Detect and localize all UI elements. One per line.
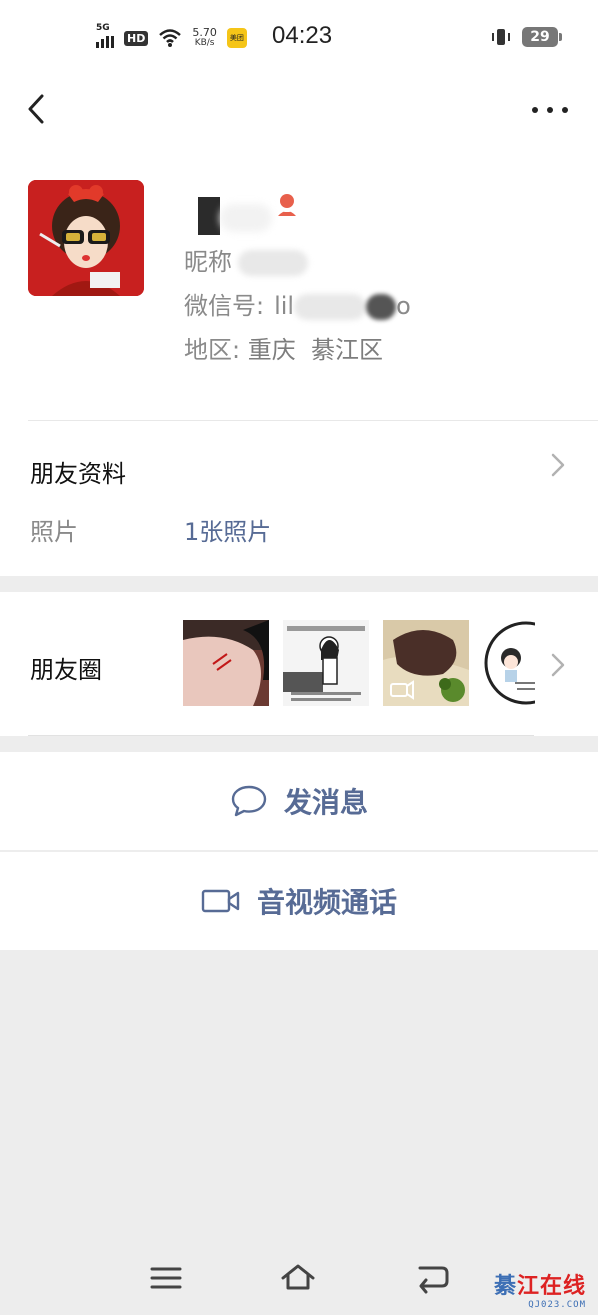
chevron-right-icon (551, 653, 565, 677)
avatar[interactable] (28, 180, 144, 296)
wechat-id-redacted (294, 294, 367, 320)
nickname-redacted (238, 250, 308, 276)
moments-title: 朋友圈 (30, 656, 102, 684)
send-message-button[interactable]: 发消息 (0, 752, 598, 850)
status-time: 04:23 (272, 22, 333, 49)
status-left-group: 5G HD 5.70 KB/s 美团 (96, 22, 247, 54)
name-area (184, 192, 324, 235)
region-label: 地区: (184, 336, 241, 364)
signal-icon: 5G (96, 23, 114, 48)
wechat-id-redacted-dark (366, 294, 397, 320)
watermark-logo-text: 綦江在线 (494, 1268, 586, 1300)
battery-indicator: 29 (522, 27, 562, 47)
divider (28, 735, 534, 736)
menu-icon[interactable] (148, 1262, 184, 1294)
send-message-label: 发消息 (283, 786, 368, 819)
name-redacted (198, 197, 220, 235)
avatar-illustration (28, 180, 144, 296)
network-speed: 5.70 KB/s (192, 27, 217, 49)
photos-count[interactable]: 1张照片 (184, 512, 271, 547)
profile-card: 昵称 微信号: lil o 地区: 重庆 綦江区 (0, 72, 598, 420)
wechat-id-line[interactable]: 微信号: lil o (184, 286, 411, 321)
site-watermark: 綦江在线 QJ023.COM (494, 1268, 586, 1310)
more-options-icon[interactable] (532, 98, 568, 122)
watermark-domain: QJ023.COM (528, 1300, 586, 1310)
wifi-icon (159, 29, 182, 47)
chevron-right-icon (551, 453, 565, 477)
status-bar: 5G HD 5.70 KB/s 美团 04:23 29 (0, 0, 598, 72)
moments-section[interactable]: 朋友圈 (0, 592, 598, 736)
chat-bubble-icon (231, 785, 267, 817)
vibrate-icon (492, 29, 510, 45)
back-arrow-icon[interactable] (20, 92, 54, 126)
moments-thumb-1 (183, 620, 269, 706)
speed-unit: KB/s (194, 38, 215, 48)
hd-icon: HD (124, 30, 149, 46)
wechat-id-label: 微信号: (184, 292, 265, 320)
watermark-first-char: 綦 (493, 1273, 517, 1299)
meituan-app-icon: 美团 (226, 28, 247, 48)
video-camera-icon (201, 889, 240, 913)
status-right-group: 29 (490, 26, 562, 48)
moments-thumb-3 (383, 620, 469, 706)
nickname-label: 昵称 (184, 248, 232, 276)
friend-info-title: 朋友资料 (30, 460, 126, 488)
moments-thumb-4: 唐 (483, 620, 535, 706)
speed-value: 5.70 (192, 26, 217, 39)
divider (28, 420, 598, 421)
nickname-line: 昵称 (184, 242, 308, 277)
wechat-id-tail: o (396, 292, 411, 320)
moments-thumb-2 (283, 620, 369, 706)
watermark-rest: 江在线 (516, 1273, 586, 1299)
network-type: 5G (96, 23, 110, 33)
video-call-label: 音视频通话 (256, 886, 397, 919)
system-nav-bar: 綦江在线 QJ023.COM (0, 1240, 598, 1315)
region-value: 重庆 綦江区 (247, 336, 383, 364)
photos-label: 照片 (30, 518, 78, 546)
wechat-id-value: lil (274, 292, 295, 320)
gender-icon (278, 194, 296, 216)
name-blur (220, 204, 272, 232)
friend-info-section[interactable]: 朋友资料 照片 1张照片 (0, 420, 598, 576)
home-icon[interactable] (280, 1262, 316, 1294)
region-line: 地区: 重庆 綦江区 (184, 330, 383, 365)
moments-thumbnails: 唐 (183, 620, 535, 706)
back-nav-icon[interactable] (414, 1262, 450, 1294)
video-call-button[interactable]: 音视频通话 (0, 852, 598, 950)
